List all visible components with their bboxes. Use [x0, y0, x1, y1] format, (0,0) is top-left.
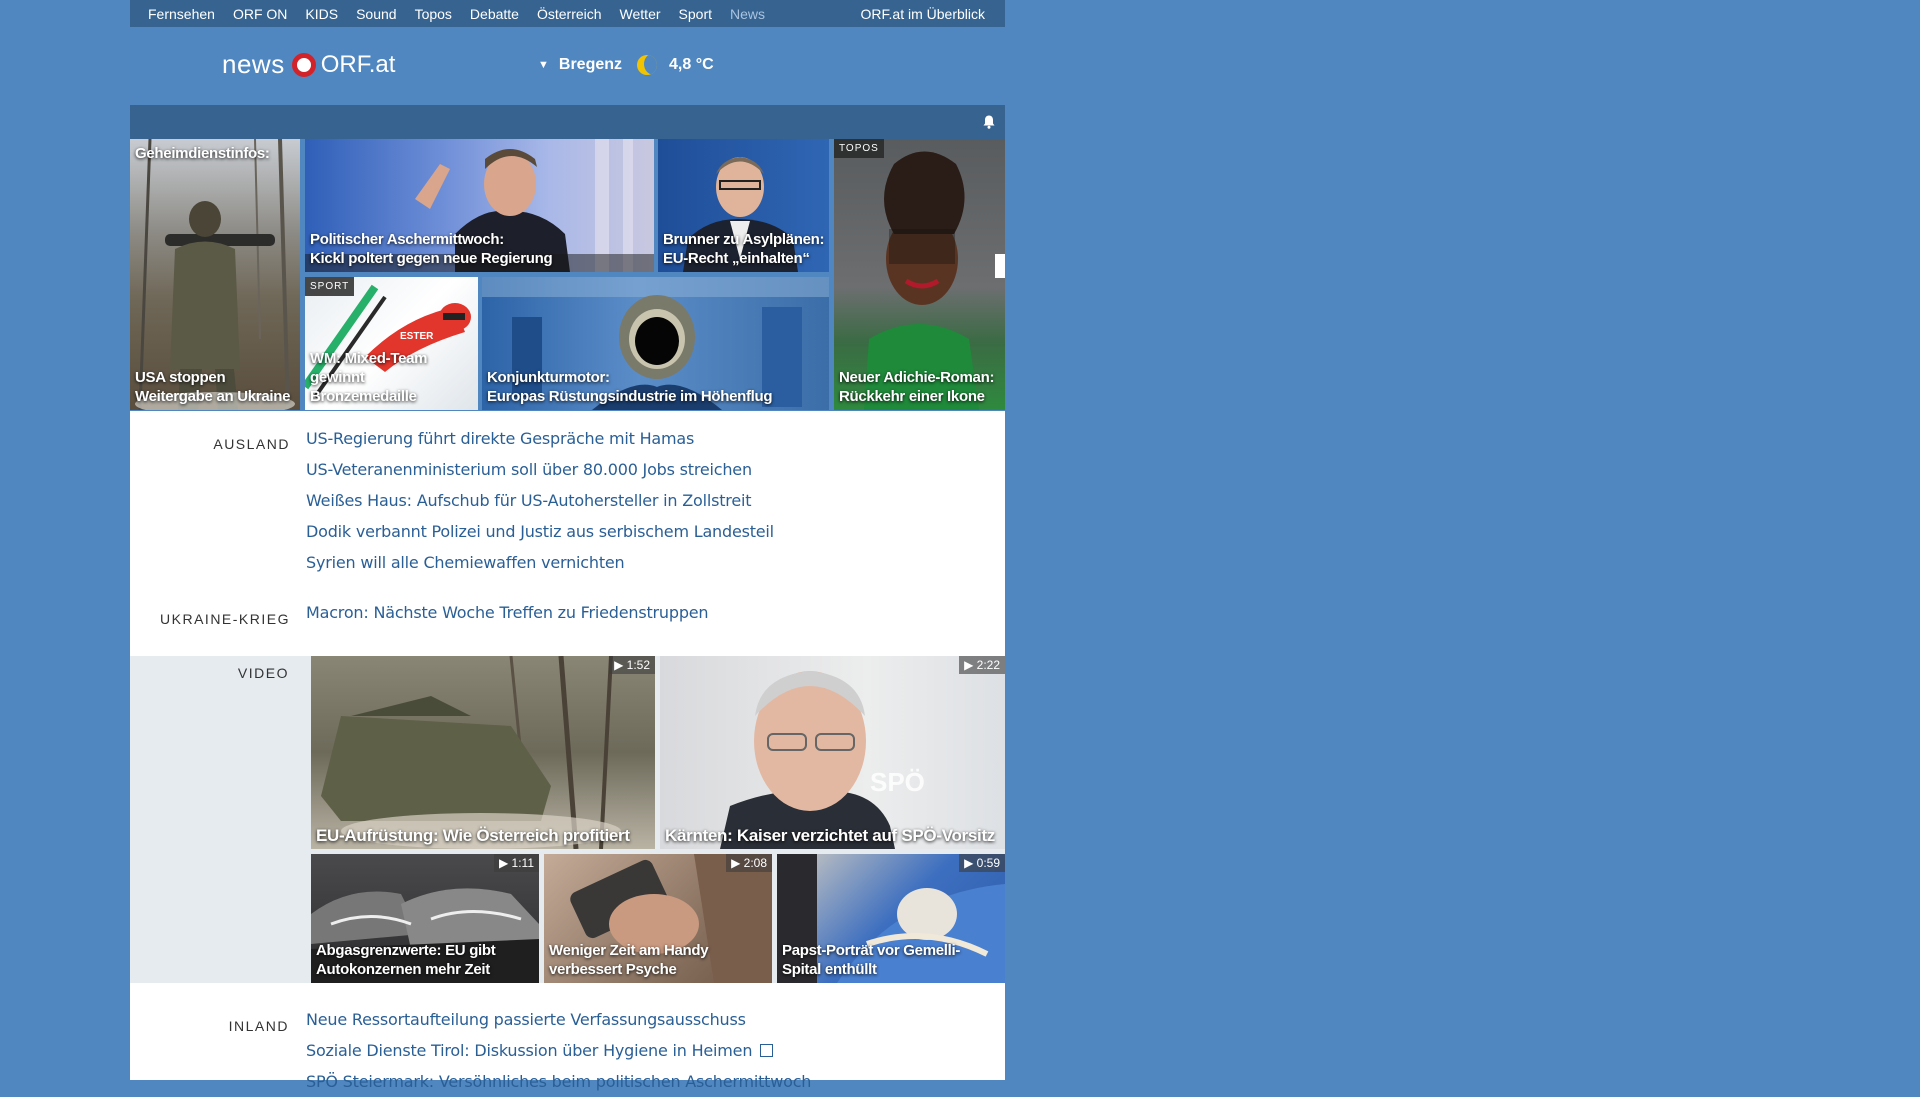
section-label-video: VIDEO — [237, 665, 289, 681]
teaser-wm-mixed-team[interactable]: ESTER SPORT WM: Mixed-Team gewinnt Bronz… — [305, 277, 478, 410]
story-link[interactable]: Weißes Haus: Aufschub für US-Autoherstel… — [306, 485, 774, 516]
video-duration: ▶ 1:11 — [493, 854, 539, 872]
teaser-tag: TOPOS — [834, 139, 884, 158]
teaser-headline: Politischer Aschermittwoch: Kickl polter… — [310, 231, 553, 267]
nav-fernsehen[interactable]: Fernsehen — [148, 6, 215, 22]
teaser-headline: USA stoppen Weitergabe an Ukraine — [135, 369, 291, 405]
section-list-ausland: US-Regierung führt direkte Gespräche mit… — [306, 423, 774, 578]
story-link[interactable]: Neue Ressortaufteilung passierte Verfass… — [306, 1004, 811, 1035]
story-link[interactable]: US-Veteranenministerium soll über 80.000… — [306, 454, 774, 485]
video-caption: EU-Aufrüstung: Wie Österreich profitiert — [316, 826, 630, 845]
teaser-konjunkturmotor[interactable]: Konjunkturmotor: Europas Rüstungsindustr… — [482, 277, 829, 410]
page: Fernsehen ORF ON KIDS Sound Topos Debatt… — [130, 0, 1005, 1091]
svg-text:SPÖ: SPÖ — [870, 767, 925, 797]
story-link[interactable]: SPÖ Steiermark: Versöhnliches beim polit… — [306, 1066, 811, 1097]
video-duration: ▶ 0:59 — [959, 854, 1005, 872]
video-tile-handy[interactable]: ▶ 2:08 Weniger Zeit am Handy verbessert … — [544, 854, 772, 983]
nav-news[interactable]: News — [730, 6, 765, 22]
story-link[interactable]: Dodik verbannt Polizei und Justiz aus se… — [306, 516, 774, 547]
teaser-headline: Neuer Adichie-Roman: Rückkehr einer Ikon… — [839, 369, 995, 405]
story-link[interactable]: US-Regierung führt direkte Gespräche mit… — [306, 423, 774, 454]
teaser-tag: SPORT — [305, 277, 355, 296]
section-list-ukraine-krieg: Macron: Nächste Woche Treffen zu Frieden… — [306, 597, 709, 628]
story-link-text: Soziale Dienste Tirol: Diskussion über H… — [306, 1041, 753, 1060]
video-tile-eu-aufruestung[interactable]: ▶ 1:52 EU-Aufrüstung: Wie Österreich pro… — [311, 656, 655, 849]
teaser-kickl[interactable]: Politischer Aschermittwoch: Kickl polter… — [305, 139, 654, 272]
external-link-icon — [760, 1044, 774, 1057]
bell-icon[interactable] — [983, 115, 995, 129]
teaser-headline: Brunner zu Asylplänen: EU-Recht „einhalt… — [663, 231, 825, 267]
video-caption: Papst-Porträt vor Gemelli- Spital enthül… — [782, 942, 961, 978]
story-link[interactable]: Macron: Nächste Woche Treffen zu Frieden… — [306, 597, 709, 628]
nav-debatte[interactable]: Debatte — [470, 6, 519, 22]
news-content: AUSLAND US-Regierung führt direkte Gespr… — [130, 411, 1005, 1091]
nav-oesterreich[interactable]: Österreich — [537, 6, 602, 22]
nav-topos[interactable]: Topos — [415, 6, 452, 22]
story-link-external[interactable]: Soziale Dienste Tirol: Diskussion über H… — [306, 1035, 811, 1066]
orf-ring-icon — [291, 52, 316, 77]
dropdown-triangle-icon[interactable]: ▼ — [538, 59, 549, 71]
video-caption: Kärnten: Kaiser verzichtet auf SPÖ-Vorsi… — [665, 826, 996, 845]
video-duration: ▶ 2:08 — [726, 854, 772, 872]
moon-icon — [637, 55, 658, 75]
weather-location: Bregenz — [558, 56, 623, 73]
nav-kids[interactable]: KIDS — [305, 6, 338, 22]
video-section: VIDEO ▶ 1:52 EU-Aufrüstung: Wie Österrei… — [130, 656, 1005, 983]
video-tile-kaiser[interactable]: SPÖ ▶ 2:22 Kärnten: Kaiser verzichtet au… — [660, 656, 1005, 849]
section-label-inland: INLAND — [228, 1018, 289, 1034]
video-image-tank — [321, 656, 621, 849]
site-header: news ORF.at ▼ Bregenz 4,8 °C — [130, 27, 1005, 105]
video-tile-abgasgrenzwerte[interactable]: ▶ 1:11 Abgasgrenzwerte: EU gibt Autokonz… — [311, 854, 539, 983]
video-duration: ▶ 1:52 — [609, 656, 655, 674]
logo-news-text: news — [222, 49, 285, 79]
logo-orf-text: ORF.at — [320, 50, 396, 78]
svg-text:ESTER: ESTER — [400, 331, 434, 342]
nav-orf-on[interactable]: ORF ON — [233, 6, 287, 22]
nav-wetter[interactable]: Wetter — [620, 6, 661, 22]
video-caption: Abgasgrenzwerte: EU gibt Autokonzernen m… — [316, 942, 496, 978]
nav-sound[interactable]: Sound — [356, 6, 396, 22]
video-duration: ▶ 2:22 — [959, 656, 1005, 674]
video-tile-papst[interactable]: ▶ 0:59 Papst-Porträt vor Gemelli- Spital… — [777, 854, 1005, 983]
section-list-inland: Neue Ressortaufteilung passierte Verfass… — [306, 1004, 811, 1097]
teaser-adichie[interactable]: TOPOS Neuer Adichie-Roman: Rückkehr eine… — [834, 139, 1005, 410]
section-label-ausland: AUSLAND — [213, 436, 290, 452]
video-caption: Weniger Zeit am Handy verbessert Psyche — [549, 942, 709, 978]
teaser-headline: Konjunkturmotor: Europas Rüstungsindustr… — [487, 369, 773, 405]
orf-top-navigation: Fernsehen ORF ON KIDS Sound Topos Debatt… — [130, 0, 1005, 27]
teaser-headline: WM: Mixed-Team gewinnt Bronzemedaille — [310, 350, 428, 405]
weather-temperature: 4,8 °C — [669, 56, 714, 73]
teaser-brunner[interactable]: Brunner zu Asylplänen: EU-Recht „einhalt… — [658, 139, 829, 272]
weather-widget[interactable]: ▼ Bregenz 4,8 °C — [538, 55, 714, 75]
section-label-ukraine-krieg: UKRAINE-KRIEG — [160, 611, 290, 627]
news-orf-logo[interactable]: news ORF.at — [222, 49, 395, 80]
nav-overview[interactable]: ORF.at im Überblick — [861, 6, 985, 22]
video-image-kaiser: SPÖ — [720, 671, 925, 849]
teaser-topline: Geheimdienstinfos: — [135, 145, 270, 162]
story-link[interactable]: Syrien will alle Chemiewaffen vernichten — [306, 547, 774, 578]
nav-sport[interactable]: Sport — [679, 6, 712, 22]
header-bar — [130, 105, 1005, 139]
teaser-geheimdienstinfos[interactable]: Geheimdienstinfos: USA stoppen Weitergab… — [130, 139, 300, 410]
